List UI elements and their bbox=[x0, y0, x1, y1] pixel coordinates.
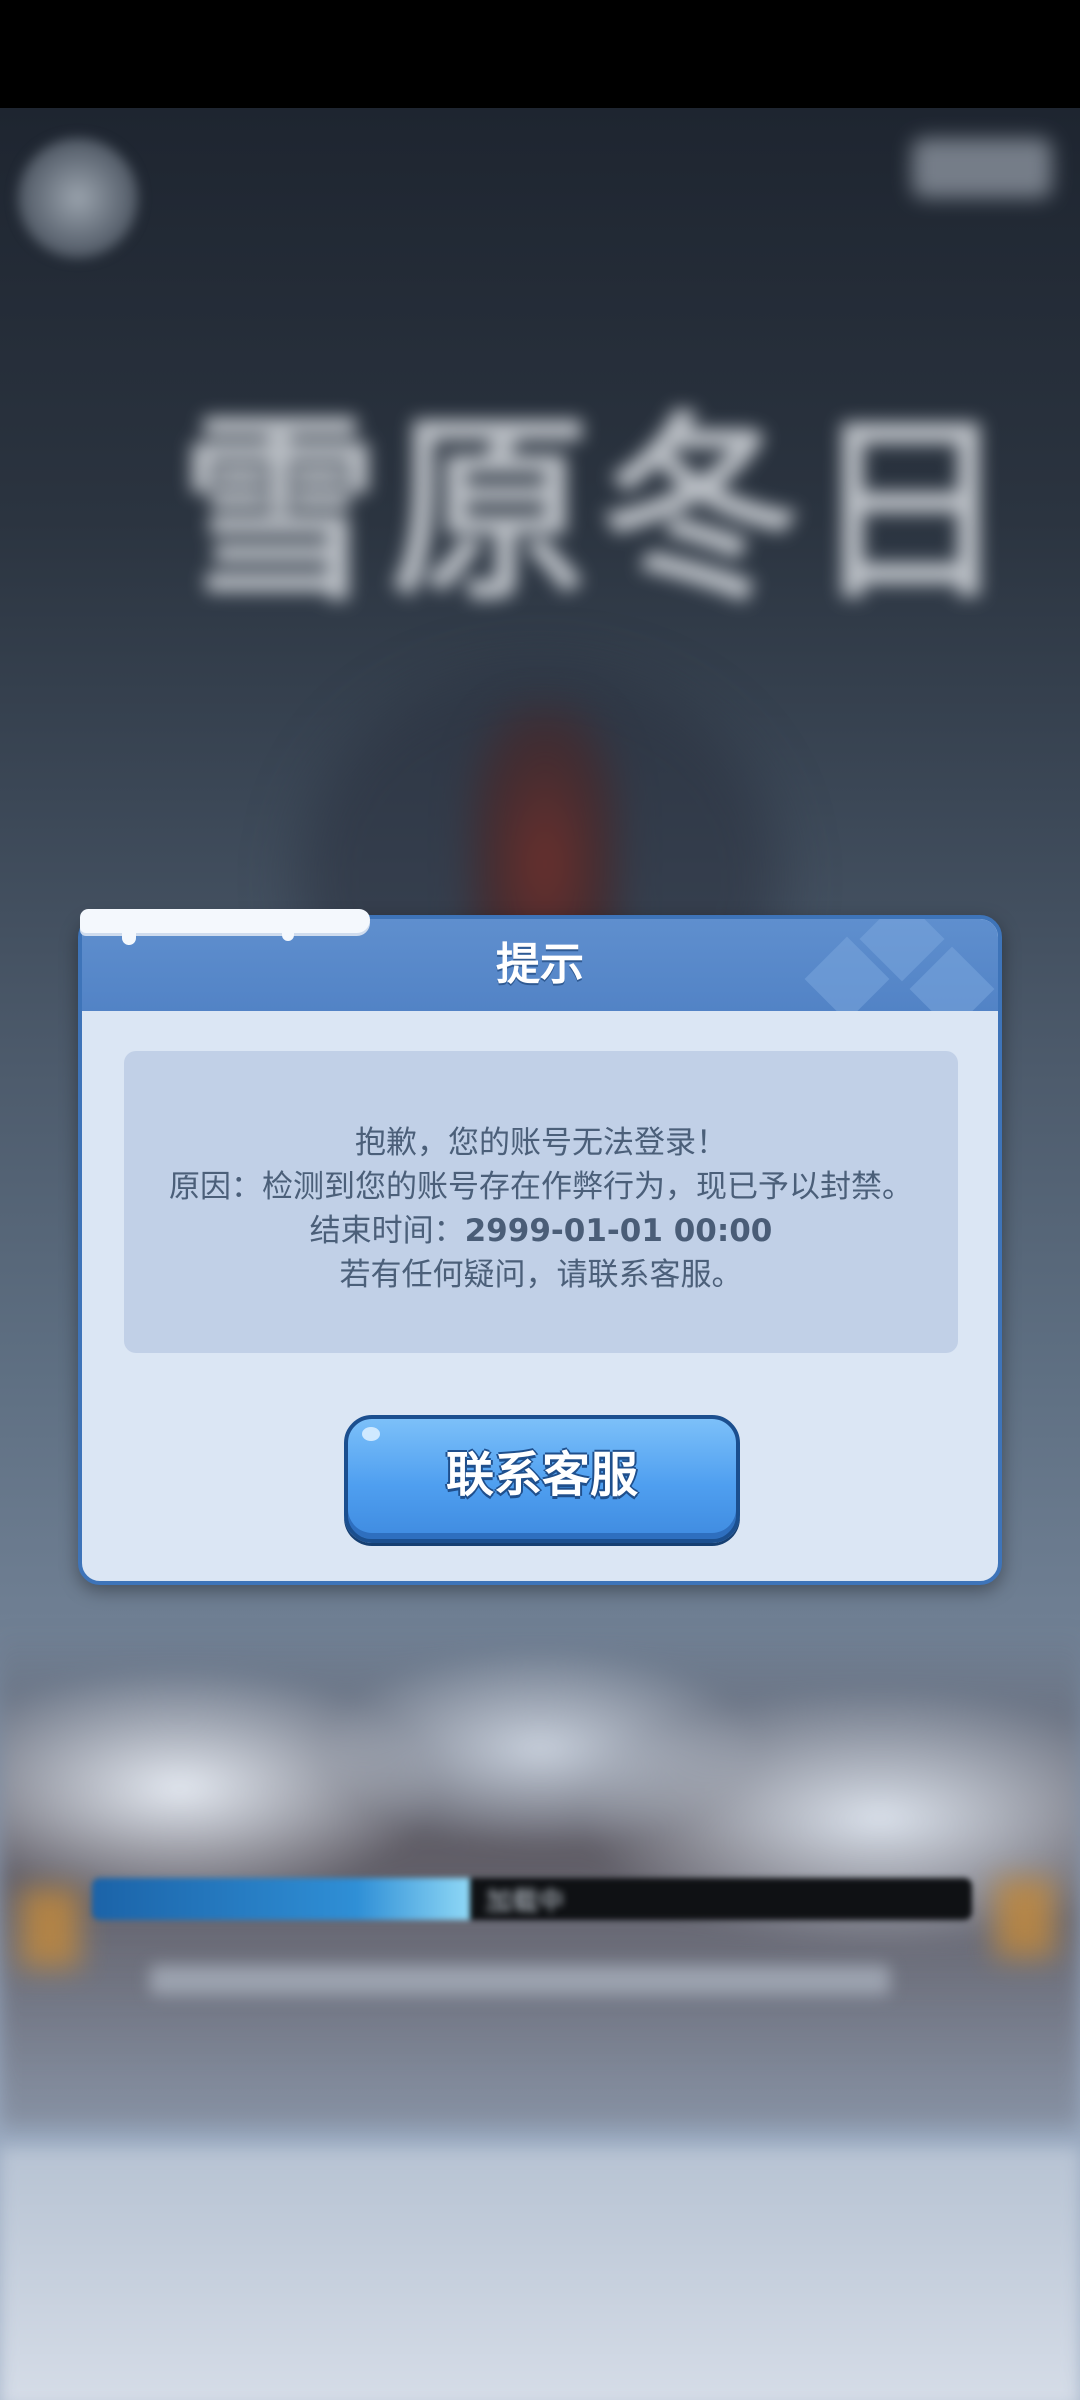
background-window bbox=[20, 1888, 80, 1968]
status-bar bbox=[0, 0, 1080, 108]
end-time-label: 结束时间： bbox=[309, 1213, 465, 1249]
message-contact-hint: 若有任何疑问，请联系客服。 bbox=[339, 1257, 743, 1293]
message-apology: 抱歉，您的账号无法登录！ bbox=[355, 1125, 727, 1161]
top-right-badge bbox=[912, 138, 1052, 198]
snow-drip-decoration bbox=[282, 927, 294, 941]
screen: 雪原冬日 加载中 提示 抱歉，您的账号无法登录！ 原因：检测到您的账号存在作弊行… bbox=[0, 0, 1080, 2400]
ban-notice-dialog: 提示 抱歉，您的账号无法登录！ 原因：检测到您的账号存在作弊行为，现已予以封禁。… bbox=[78, 909, 1002, 1585]
game-logo: 雪原冬日 bbox=[180, 395, 1021, 628]
contact-support-label: 联系客服 bbox=[445, 1447, 638, 1503]
background-window bbox=[995, 1878, 1055, 1958]
contact-support-button[interactable]: 联系客服 bbox=[344, 1415, 740, 1543]
loading-bar-fill bbox=[92, 1878, 471, 1920]
loading-tip bbox=[150, 1965, 890, 1995]
message-reason: 原因：检测到您的账号存在作弊行为，现已予以封禁。 bbox=[169, 1169, 913, 1205]
snow-drip-decoration bbox=[122, 927, 136, 945]
loading-label: 加载中 bbox=[486, 1887, 565, 1917]
message-box: 抱歉，您的账号无法登录！ 原因：检测到您的账号存在作弊行为，现已予以封禁。 结束… bbox=[124, 1051, 958, 1353]
end-time-value: 2999-01-01 00:00 bbox=[464, 1213, 773, 1249]
avatar bbox=[18, 138, 138, 258]
message-end-time: 结束时间：2999-01-01 00:00 bbox=[124, 1205, 958, 1250]
background-snow-ground bbox=[0, 2148, 1080, 2400]
